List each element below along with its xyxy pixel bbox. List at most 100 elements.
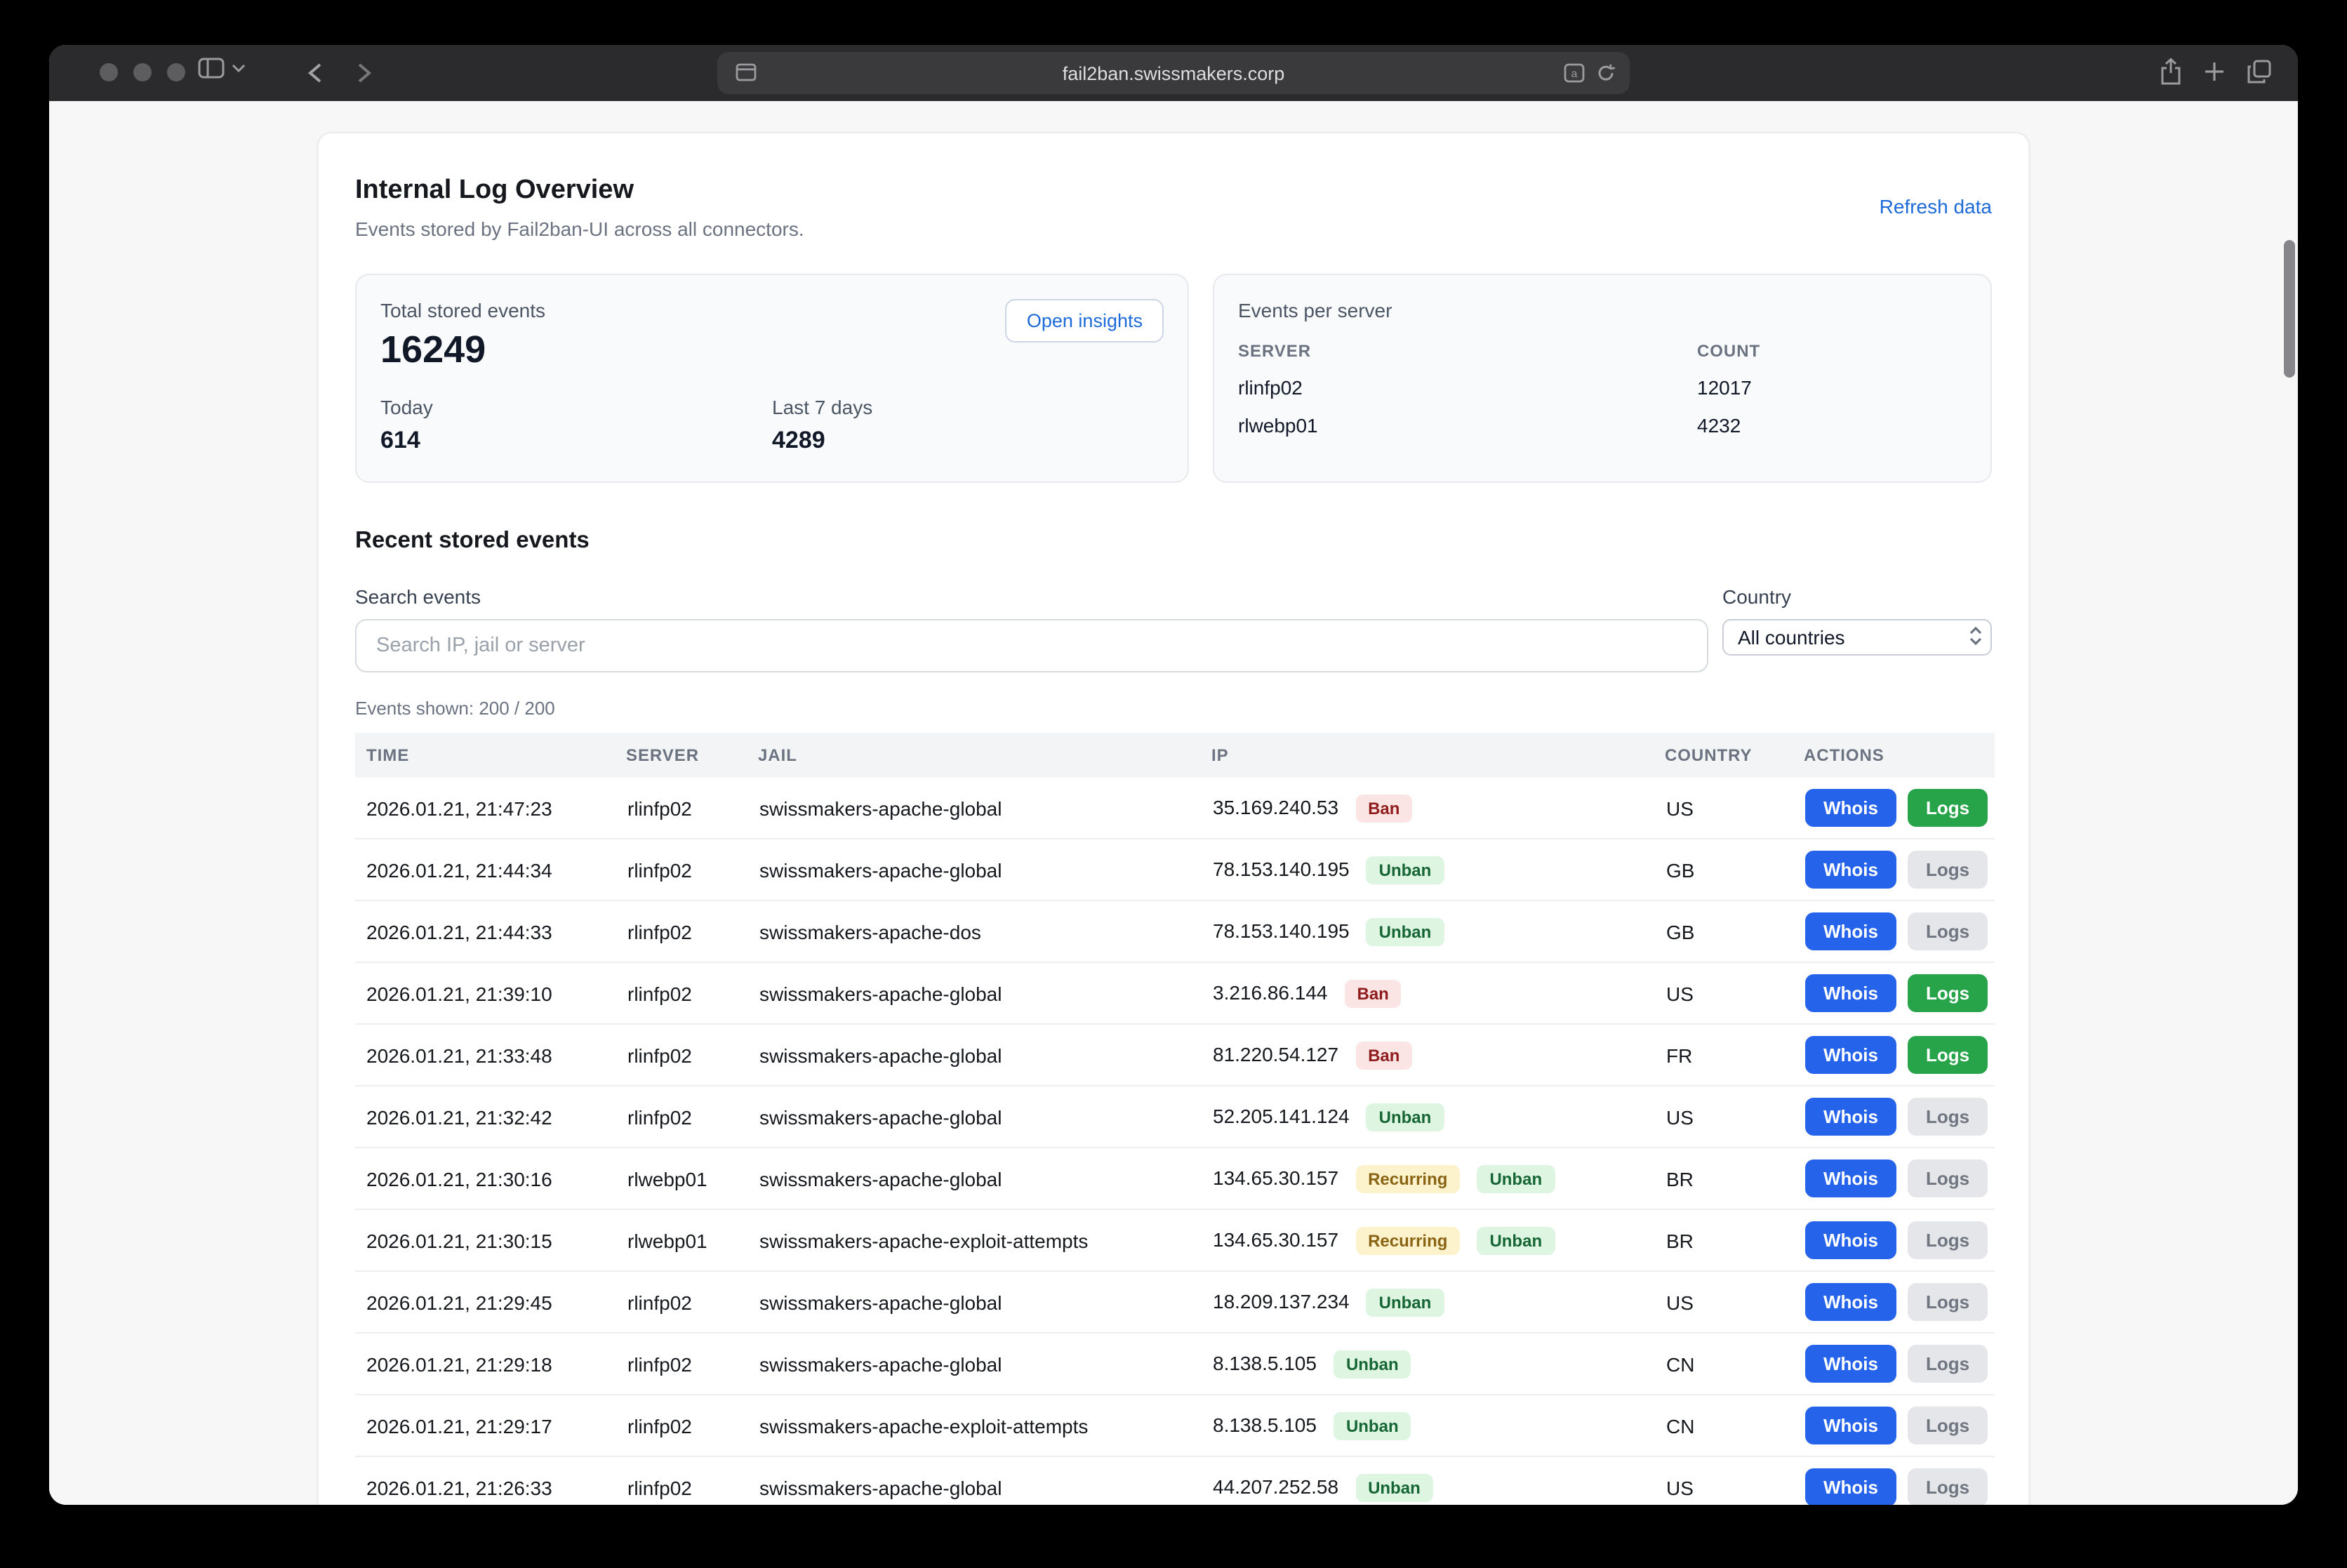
- event-jail: swissmakers-apache-exploit-attempts: [758, 1209, 1211, 1271]
- last7-label: Last 7 days: [772, 396, 1164, 418]
- event-ip-cell: 35.169.240.53Ban: [1211, 778, 1665, 839]
- whois-button[interactable]: Whois: [1805, 1221, 1896, 1259]
- event-time: 2026.01.21, 21:33:48: [355, 1024, 626, 1086]
- open-insights-button[interactable]: Open insights: [1006, 299, 1164, 343]
- page-title: Internal Log Overview: [355, 175, 804, 206]
- event-actions-cell: Whois Logs: [1804, 1395, 1995, 1456]
- logs-button[interactable]: Logs: [1908, 974, 1988, 1012]
- event-ip-cell: 8.138.5.105Unban: [1211, 1333, 1665, 1395]
- new-tab-icon[interactable]: [2202, 58, 2226, 86]
- event-time: 2026.01.21, 21:30:15: [355, 1209, 626, 1271]
- zoom-window-button[interactable]: [167, 63, 185, 81]
- col-header-country: COUNTRY: [1665, 733, 1804, 778]
- logs-button[interactable]: Logs: [1908, 1407, 1988, 1444]
- event-ip: 134.65.30.157: [1213, 1166, 1338, 1188]
- whois-button[interactable]: Whois: [1805, 1468, 1896, 1505]
- event-row: 2026.01.21, 21:29:18rlinfp02swissmakers-…: [355, 1333, 1995, 1395]
- event-server: rlinfp02: [626, 839, 758, 901]
- events-table: TIME SERVER JAIL IP COUNTRY ACTIONS 2026…: [355, 733, 1995, 1505]
- ban-badge: Ban: [1355, 794, 1412, 822]
- reload-button[interactable]: [1596, 63, 1616, 83]
- table-header-row: TIME SERVER JAIL IP COUNTRY ACTIONS: [355, 733, 1995, 778]
- event-ip: 81.220.54.127: [1213, 1042, 1338, 1065]
- event-jail: swissmakers-apache-global: [758, 1148, 1211, 1209]
- event-actions: Whois Logs: [1805, 974, 1993, 1012]
- share-icon[interactable]: [2159, 58, 2183, 86]
- total-events-card: Total stored events 16249 Open insights …: [355, 274, 1189, 483]
- whois-button[interactable]: Whois: [1805, 1036, 1896, 1074]
- last7-value: 4289: [772, 427, 1164, 455]
- country-select[interactable]: All countries: [1722, 619, 1992, 656]
- sidebar-menu-chevron-icon[interactable]: [232, 63, 246, 73]
- back-button[interactable]: [298, 58, 331, 88]
- event-row: 2026.01.21, 21:39:10rlinfp02swissmakers-…: [355, 962, 1995, 1024]
- event-actions: Whois Logs: [1805, 912, 1993, 950]
- event-ip-cell: 81.220.54.127Ban: [1211, 1024, 1665, 1086]
- event-actions: Whois Logs: [1805, 1160, 1993, 1197]
- event-actions: Whois Logs: [1805, 789, 1993, 827]
- event-ip-cell: 134.65.30.157RecurringUnban: [1211, 1209, 1665, 1271]
- event-row: 2026.01.21, 21:47:23rlinfp02swissmakers-…: [355, 778, 1995, 839]
- whois-button[interactable]: Whois: [1805, 912, 1896, 950]
- tab-overview-icon[interactable]: [2246, 58, 2273, 86]
- events-table-body: 2026.01.21, 21:47:23rlinfp02swissmakers-…: [355, 778, 1995, 1505]
- whois-button[interactable]: Whois: [1805, 1160, 1896, 1197]
- event-ip: 52.205.141.124: [1213, 1104, 1350, 1127]
- server-count: 12017: [1697, 376, 1967, 399]
- forward-button[interactable]: [347, 58, 380, 88]
- event-country: US: [1665, 1086, 1804, 1148]
- event-ip-cell: 52.205.141.124Unban: [1211, 1086, 1665, 1148]
- unban-badge: Unban: [1367, 917, 1444, 945]
- recurring-badge: Recurring: [1355, 1226, 1460, 1254]
- logs-button[interactable]: Logs: [1908, 1345, 1988, 1383]
- logs-button[interactable]: Logs: [1908, 1160, 1988, 1197]
- event-actions-cell: Whois Logs: [1804, 778, 1995, 839]
- today-value: 614: [380, 427, 772, 455]
- whois-button[interactable]: Whois: [1805, 1407, 1896, 1444]
- event-server: rlwebp01: [626, 1209, 758, 1271]
- event-actions: Whois Logs: [1805, 1098, 1993, 1136]
- logs-button[interactable]: Logs: [1908, 1283, 1988, 1321]
- event-jail: swissmakers-apache-global: [758, 962, 1211, 1024]
- whois-button[interactable]: Whois: [1805, 974, 1896, 1012]
- event-actions-cell: Whois Logs: [1804, 962, 1995, 1024]
- events-shown-text: Events shown: 200 / 200: [355, 698, 1992, 719]
- translate-icon[interactable]: a: [1564, 63, 1585, 83]
- select-stepper-icon: [1968, 625, 1983, 649]
- logs-button[interactable]: Logs: [1908, 1221, 1988, 1259]
- whois-button[interactable]: Whois: [1805, 1098, 1896, 1136]
- browser-titlebar: fail2ban.swissmakers.corp a: [49, 45, 2298, 101]
- minimize-window-button[interactable]: [133, 63, 152, 81]
- sidebar-toggle-button[interactable]: [198, 58, 225, 79]
- event-country: BR: [1665, 1148, 1804, 1209]
- whois-button[interactable]: Whois: [1805, 789, 1896, 827]
- event-jail: swissmakers-apache-exploit-attempts: [758, 1395, 1211, 1456]
- search-input[interactable]: [355, 619, 1708, 672]
- event-actions: Whois Logs: [1805, 1407, 1993, 1444]
- event-ip: 18.209.137.234: [1213, 1289, 1350, 1312]
- server-name: rlwebp01: [1238, 414, 1697, 437]
- address-bar[interactable]: fail2ban.swissmakers.corp a: [717, 52, 1630, 94]
- today-label: Today: [380, 396, 772, 418]
- whois-button[interactable]: Whois: [1805, 851, 1896, 889]
- refresh-data-link[interactable]: Refresh data: [1880, 195, 1992, 218]
- close-window-button[interactable]: [100, 63, 118, 81]
- event-ip-cell: 78.153.140.195Unban: [1211, 901, 1665, 962]
- event-jail: swissmakers-apache-global: [758, 1333, 1211, 1395]
- page-settings-icon[interactable]: [736, 63, 757, 81]
- logs-button[interactable]: Logs: [1908, 1098, 1988, 1136]
- event-jail: swissmakers-apache-global: [758, 1456, 1211, 1505]
- whois-button[interactable]: Whois: [1805, 1345, 1896, 1383]
- scrollbar-thumb[interactable]: [2284, 240, 2295, 378]
- logs-button[interactable]: Logs: [1908, 1468, 1988, 1505]
- event-ip: 134.65.30.157: [1213, 1228, 1338, 1250]
- logs-button[interactable]: Logs: [1908, 851, 1988, 889]
- search-events-label: Search events: [355, 585, 1708, 608]
- unban-badge: Unban: [1367, 1288, 1444, 1316]
- whois-button[interactable]: Whois: [1805, 1283, 1896, 1321]
- logs-button[interactable]: Logs: [1908, 789, 1988, 827]
- event-country: GB: [1665, 901, 1804, 962]
- page-subtitle: Events stored by Fail2ban-UI across all …: [355, 218, 804, 240]
- logs-button[interactable]: Logs: [1908, 912, 1988, 950]
- logs-button[interactable]: Logs: [1908, 1036, 1988, 1074]
